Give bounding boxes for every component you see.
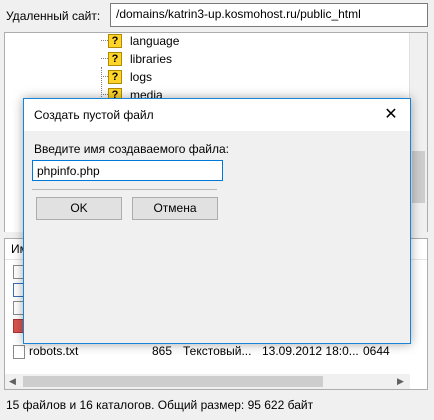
- remote-path-combobox[interactable]: /domains/katrin3-up.kosmohost.ru/public_…: [110, 3, 428, 27]
- list-horizontal-scrollbar[interactable]: ◀ ▶: [5, 374, 410, 389]
- filename-input[interactable]: [32, 160, 223, 181]
- file-type: Текстовый...: [183, 344, 252, 358]
- file-name: robots.txt: [29, 344, 79, 358]
- tree-connector: [101, 40, 108, 41]
- cancel-button[interactable]: Отмена: [132, 197, 218, 220]
- tree-vertical-scrollbar[interactable]: [409, 33, 427, 233]
- scrollbar-thumb[interactable]: [23, 376, 323, 387]
- remote-path-value: /domains/katrin3-up.kosmohost.ru/public_…: [116, 7, 361, 21]
- filename-prompt-label: Введите имя создаваемого файла:: [34, 142, 229, 156]
- dialog-title: Создать пустой файл: [34, 108, 154, 122]
- scroll-right-icon[interactable]: ▶: [397, 376, 404, 387]
- text-file-icon: [13, 345, 25, 359]
- file-permissions: 0644: [363, 344, 390, 358]
- table-row[interactable]: robots.txt 865 Текстовый... 13.09.2012 1…: [5, 343, 427, 361]
- dialog-titlebar: Создать пустой файл ✕: [24, 99, 410, 131]
- tree-connector: [101, 58, 108, 59]
- scroll-left-icon[interactable]: ◀: [9, 376, 16, 387]
- unknown-folder-icon: ?: [108, 34, 122, 48]
- dialog-divider: [32, 189, 217, 190]
- tree-item-label: libraries: [130, 52, 173, 66]
- create-empty-file-dialog: Создать пустой файл ✕ Введите имя создав…: [23, 98, 411, 344]
- file-modified: 13.09.2012 18:0...: [262, 344, 359, 358]
- scrollbar-thumb[interactable]: [412, 151, 425, 203]
- ok-button-label: OK: [70, 201, 88, 215]
- status-bar-text: 15 файлов и 16 каталогов. Общий размер: …: [6, 398, 314, 412]
- cancel-button-label: Отмена: [153, 201, 197, 215]
- tree-item-label: logs: [130, 70, 153, 84]
- ok-button[interactable]: OK: [36, 197, 122, 220]
- unknown-folder-icon: ?: [108, 52, 122, 66]
- close-icon[interactable]: ✕: [378, 103, 404, 127]
- tree-connector: [101, 94, 108, 95]
- unknown-folder-icon: ?: [108, 70, 122, 84]
- tree-connector: [101, 76, 108, 77]
- tree-item-label: language: [130, 34, 180, 48]
- remote-site-label: Удаленный сайт:: [6, 9, 101, 23]
- file-size: 865: [152, 344, 173, 358]
